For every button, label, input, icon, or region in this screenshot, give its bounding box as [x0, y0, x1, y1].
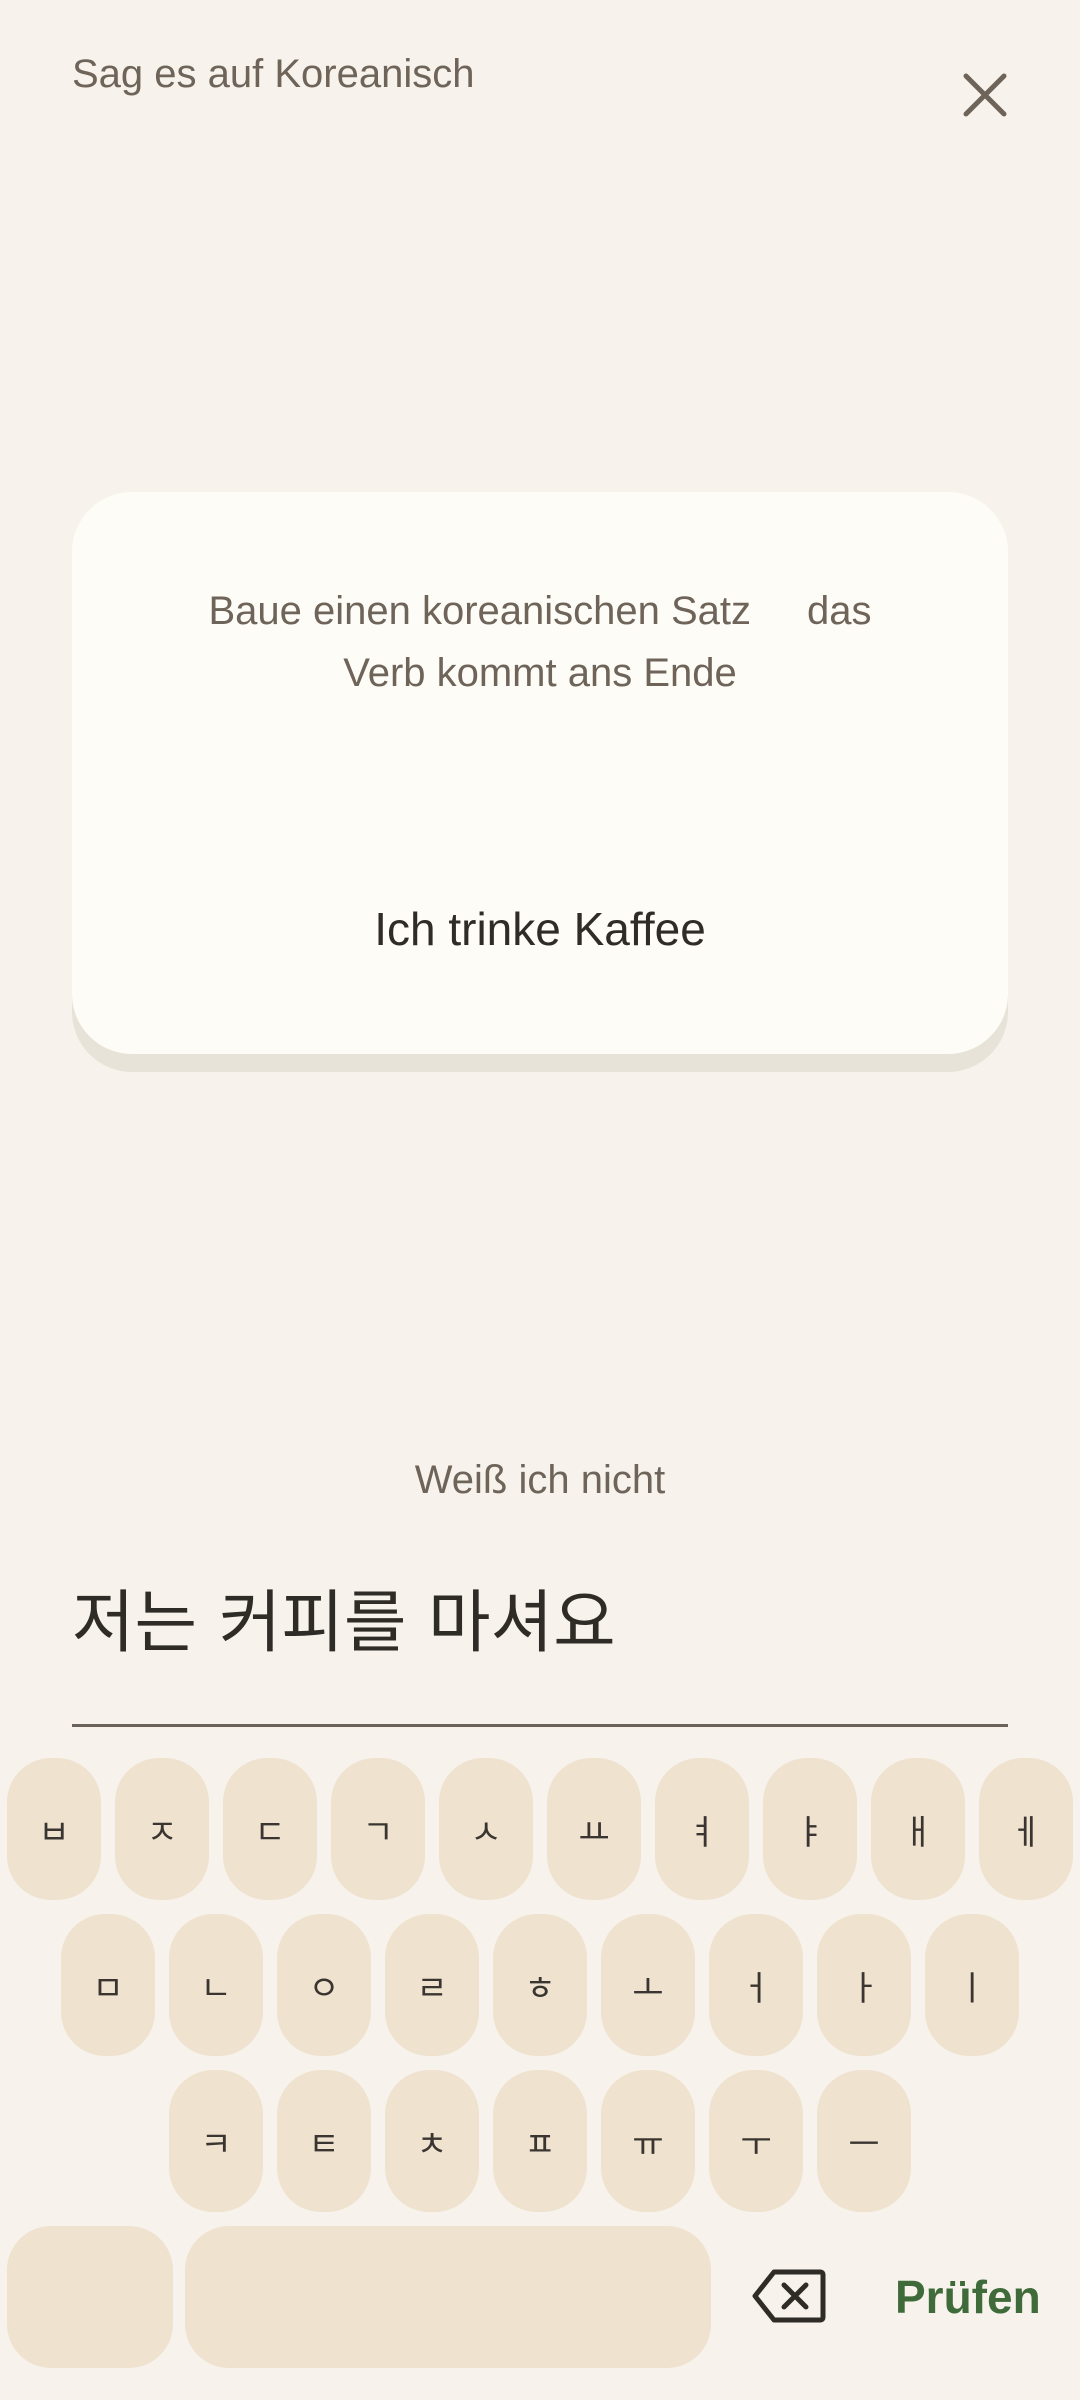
key-ch[interactable]: ㅊ: [385, 2070, 479, 2212]
key-m[interactable]: ㅁ: [61, 1914, 155, 2056]
close-icon[interactable]: [950, 62, 1018, 130]
key-p[interactable]: ㅍ: [493, 2070, 587, 2212]
key-h[interactable]: ㅎ: [493, 1914, 587, 2056]
key-i[interactable]: ㅣ: [925, 1914, 1019, 2056]
key-k[interactable]: ㅋ: [169, 2070, 263, 2212]
key-t[interactable]: ㅌ: [277, 2070, 371, 2212]
prompt-card: Baue einen koreanischen Satz das Verb kom…: [72, 492, 1008, 1054]
key-eo[interactable]: ㅓ: [709, 1914, 803, 2056]
backspace-icon[interactable]: [752, 2268, 826, 2324]
hint-text-line2: Verb kommt ans Ende: [343, 651, 737, 695]
space-key[interactable]: [185, 2226, 711, 2368]
key-b[interactable]: ㅂ: [7, 1758, 101, 1900]
key-o[interactable]: ㅗ: [601, 1914, 695, 2056]
key-j[interactable]: ㅈ: [115, 1758, 209, 1900]
key-yeo[interactable]: ㅕ: [655, 1758, 749, 1900]
key-ae[interactable]: ㅐ: [871, 1758, 965, 1900]
hint-text: Baue einen koreanischen Satz: [208, 589, 752, 633]
key-ng[interactable]: ㅇ: [277, 1914, 371, 2056]
key-a[interactable]: ㅏ: [817, 1914, 911, 2056]
card-hint: Baue einen koreanischen Satz das Verb kom…: [72, 580, 1008, 704]
page-title: Sag es auf Koreanisch: [72, 52, 475, 96]
key-n[interactable]: ㄴ: [169, 1914, 263, 2056]
key-e[interactable]: ㅔ: [979, 1758, 1073, 1900]
hint-text-continued: das: [807, 589, 872, 633]
key-eu[interactable]: ㅡ: [817, 2070, 911, 2212]
check-button[interactable]: Prüfen: [895, 2270, 1041, 2324]
key-u[interactable]: ㅜ: [709, 2070, 803, 2212]
key-d[interactable]: ㄷ: [223, 1758, 317, 1900]
key-s[interactable]: ㅅ: [439, 1758, 533, 1900]
key-yu[interactable]: ㅠ: [601, 2070, 695, 2212]
phrase-to-translate: Ich trinke Kaffee: [374, 903, 706, 955]
input-underline: [72, 1724, 1008, 1727]
key-ya[interactable]: ㅑ: [763, 1758, 857, 1900]
key-yo[interactable]: ㅛ: [547, 1758, 641, 1900]
key-g[interactable]: ㄱ: [331, 1758, 425, 1900]
shift-key[interactable]: [7, 2226, 173, 2368]
key-r[interactable]: ㄹ: [385, 1914, 479, 2056]
dont-know-button[interactable]: Weiß ich nicht: [0, 1458, 1080, 1503]
answer-input[interactable]: 저는 커피를 마셔요: [72, 1584, 1008, 1664]
